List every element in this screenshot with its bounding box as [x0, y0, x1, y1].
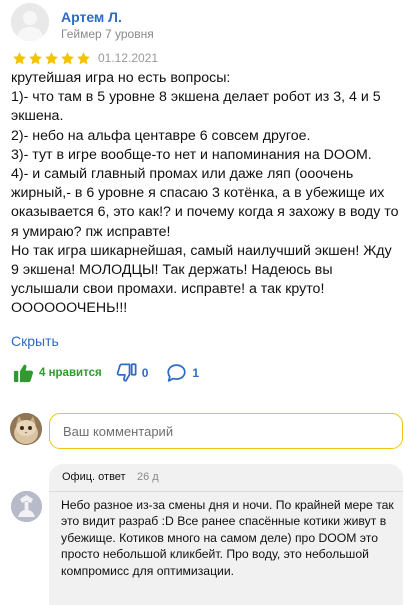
official-reply-text: Небо разное из-за смены дня и ночи. По к… [61, 498, 394, 578]
star-icon [77, 52, 90, 65]
reply-divider [49, 491, 403, 492]
review-line: Но так игра шикарнейшая, самый наилучший… [11, 242, 392, 317]
thumbs-down-icon [116, 363, 137, 382]
review-line: 3)- тут в игре вообще-то нет и напоминан… [11, 146, 372, 163]
cat-avatar-icon [10, 413, 42, 445]
review-date: 01.12.2021 [98, 51, 159, 65]
star-icon [29, 52, 42, 65]
collapse-link[interactable]: Скрыть [11, 333, 59, 349]
my-avatar [10, 413, 42, 445]
review-line: крутейшая игра но есть вопросы: [11, 70, 231, 86]
official-reply-label: Офиц. ответ [62, 471, 126, 483]
author-avatar[interactable] [11, 3, 49, 41]
comments-button[interactable]: 1 [166, 363, 199, 383]
official-reply: Офиц. ответ 26 д Небо разное из-за смены… [49, 464, 403, 605]
review-line: 2)- небо на альфа центавре 6 совсем друг… [11, 127, 311, 144]
thumbs-up-icon [13, 364, 34, 383]
dislike-button[interactable]: 0 [116, 363, 149, 383]
star-icon [13, 52, 26, 65]
comments-count: 1 [192, 366, 200, 380]
star-icon [61, 52, 74, 65]
official-reply-age: 26 д [137, 471, 159, 483]
comment-bubble-icon [167, 364, 187, 382]
author-name[interactable]: Артем Л. [61, 9, 122, 25]
user-silhouette-icon [11, 3, 49, 41]
review-text: крутейшая игра но есть вопросы: 1)- что … [11, 69, 403, 319]
developer-avatar [11, 491, 42, 522]
like-button[interactable]: 4 нравится [13, 363, 102, 383]
review-line: 1)- что там в 5 уровне 8 экшена делает р… [11, 89, 381, 125]
dislikes-count: 0 [141, 366, 149, 380]
review-line: 4)- и самый главный промах или даже ляп … [11, 166, 399, 240]
comment-input[interactable] [49, 413, 403, 449]
developer-logo-icon [11, 491, 42, 522]
likes-label: 4 нравится [39, 367, 102, 379]
review-actions: 4 нравится 0 1 [13, 361, 199, 385]
author-level: Геймер 7 уровня [61, 27, 154, 41]
rating-stars [12, 51, 91, 66]
star-icon [45, 52, 58, 65]
